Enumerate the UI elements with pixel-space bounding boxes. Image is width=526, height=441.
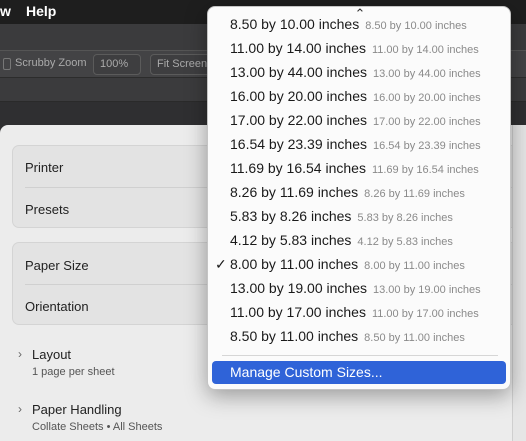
fit-screen-label: Fit Screen — [157, 58, 208, 70]
paper-size-detail: 16.54 by 23.39 inches — [373, 140, 481, 152]
paper-size-label: 13.00 by 19.00 inches — [230, 280, 367, 296]
menu-item-paper-size[interactable]: ✓ 8.00 by 11.00 inches 8.00 by 11.00 inche… — [208, 253, 510, 277]
chevron-right-icon[interactable]: › — [18, 347, 22, 361]
menu-item-paper-size[interactable]: 5.83 by 8.26 inches 5.83 by 8.26 inches — [208, 205, 510, 229]
paper-size-label: 8.26 by 11.69 inches — [230, 184, 359, 200]
paper-handling-subtitle: Collate Sheets • All Sheets — [32, 421, 163, 433]
layout-subtitle: 1 page per sheet — [32, 366, 115, 378]
menu-item-label: 8.50 by 10.00 inches 8.50 by 10.00 inches — [230, 16, 467, 32]
paper-size-label: 5.83 by 8.26 inches — [230, 208, 352, 224]
paper-size-detail: 13.00 by 44.00 inches — [373, 68, 481, 80]
paper-size-label: 8.50 by 10.00 inches — [230, 16, 360, 32]
paper-size-detail: 16.00 by 20.00 inches — [373, 92, 481, 104]
menu-item-label: 17.00 by 22.00 inches 17.00 by 22.00 inch… — [230, 112, 481, 128]
paper-size-label: 16.54 by 23.39 inches — [230, 136, 367, 152]
preview-edge — [512, 125, 526, 441]
menu-item-label: 13.00 by 44.00 inches 13.00 by 44.00 inch… — [230, 64, 481, 80]
menu-item-paper-size[interactable]: 11.00 by 17.00 inches 11.00 by 17.00 inch… — [208, 301, 510, 325]
menu-item-label: 11.00 by 14.00 inches 11.00 by 14.00 inch… — [230, 40, 479, 56]
paper-size-label: 8.00 by 11.00 inches — [230, 256, 359, 272]
paper-size-detail: 4.12 by 5.83 inches — [357, 236, 453, 248]
menu-item-paper-size[interactable]: 13.00 by 19.00 inches 13.00 by 19.00 inch… — [208, 277, 510, 301]
menu-item-paper-size[interactable]: 16.54 by 23.39 inches 16.54 by 23.39 inch… — [208, 133, 510, 157]
manage-custom-sizes-label: Manage Custom Sizes... — [230, 364, 383, 380]
scroll-up-icon[interactable]: ⌃ — [350, 7, 370, 21]
paper-size-label: 11.00 by 17.00 inches — [230, 304, 366, 320]
paper-size-detail: 8.00 by 11.00 inches — [364, 260, 465, 272]
checkmark-icon: ✓ — [215, 256, 227, 272]
menu-item-paper-size[interactable]: 11.69 by 16.54 inches 11.69 by 16.54 inch… — [208, 157, 510, 181]
menu-item-label: 8.00 by 11.00 inches 8.00 by 11.00 inches — [230, 256, 465, 272]
paper-size-detail: 5.83 by 8.26 inches — [357, 212, 453, 224]
menu-item-paper-size[interactable]: 16.00 by 20.00 inches 16.00 by 20.00 inch… — [208, 85, 510, 109]
paper-size-label: 17.00 by 22.00 inches — [230, 112, 367, 128]
menu-item-paper-size[interactable]: 17.00 by 22.00 inches 17.00 by 22.00 inch… — [208, 109, 510, 133]
printer-label: Printer — [25, 160, 64, 175]
menu-divider — [222, 355, 498, 356]
paper-size-label: 16.00 by 20.00 inches — [230, 88, 367, 104]
zoom-100-label: 100% — [100, 58, 129, 70]
menu-item-label: 8.26 by 11.69 inches 8.26 by 11.69 inches — [230, 184, 465, 200]
paper-size-label: 11.00 by 14.00 inches — [230, 40, 366, 56]
paper-size-menu: 8.50 by 10.00 inches 8.50 by 10.00 inches… — [207, 6, 511, 390]
menu-item-label: 11.69 by 16.54 inches 11.69 by 16.54 inch… — [230, 160, 479, 176]
paper-size-label: 8.50 by 11.00 inches — [230, 328, 359, 344]
paper-handling-title: Paper Handling — [32, 402, 122, 417]
paper-size-detail: 8.50 by 11.00 inches — [364, 332, 465, 344]
paper-size-detail: 11.00 by 17.00 inches — [371, 308, 479, 320]
menu-item-label: 8.50 by 11.00 inches 8.50 by 11.00 inches — [230, 328, 465, 344]
paper-size-label: 11.69 by 16.54 inches — [230, 160, 366, 176]
menu-item-label: 11.00 by 17.00 inches 11.00 by 17.00 inch… — [230, 304, 479, 320]
menu-item-label: 16.54 by 23.39 inches 16.54 by 23.39 inch… — [230, 136, 481, 152]
menu-item-label: 4.12 by 5.83 inches 4.12 by 5.83 inches — [230, 232, 453, 248]
menu-item-label: 16.00 by 20.00 inches 16.00 by 20.00 inch… — [230, 88, 481, 104]
menu-item-label: 5.83 by 8.26 inches 5.83 by 8.26 inches — [230, 208, 453, 224]
paper-size-label: 4.12 by 5.83 inches — [230, 232, 352, 248]
scrubby-zoom-checkbox[interactable] — [3, 58, 11, 70]
menu-window[interactable]: w — [0, 3, 11, 19]
paper-size-detail: 8.26 by 11.69 inches — [364, 188, 465, 200]
menu-item-label: 13.00 by 19.00 inches 13.00 by 19.00 inch… — [230, 280, 481, 296]
scrubby-zoom-label: Scrubby Zoom — [15, 57, 87, 69]
paper-size-label: 13.00 by 44.00 inches — [230, 64, 367, 80]
paper-size-detail: 17.00 by 22.00 inches — [373, 116, 481, 128]
paper-size-detail: 11.69 by 16.54 inches — [371, 164, 479, 176]
paper-size-detail: 13.00 by 19.00 inches — [373, 284, 481, 296]
menu-item-paper-size[interactable]: 8.50 by 11.00 inches 8.50 by 11.00 inches — [208, 325, 510, 349]
orientation-label: Orientation — [25, 299, 89, 314]
menu-item-paper-size[interactable]: 11.00 by 14.00 inches 11.00 by 14.00 inch… — [208, 37, 510, 61]
presets-label: Presets — [25, 202, 70, 217]
layout-title: Layout — [32, 347, 72, 362]
menu-item-paper-size[interactable]: 4.12 by 5.83 inches 4.12 by 5.83 inches — [208, 229, 510, 253]
paper-size-detail: 11.00 by 14.00 inches — [371, 44, 479, 56]
paper-size-label: Paper Size — [25, 258, 89, 273]
menu-help[interactable]: Help — [26, 3, 56, 19]
menu-item-paper-size[interactable]: 8.26 by 11.69 inches 8.26 by 11.69 inches — [208, 181, 510, 205]
zoom-100-button[interactable]: 100% — [93, 54, 141, 75]
chevron-right-icon[interactable]: › — [18, 402, 22, 416]
paper-size-detail: 8.50 by 10.00 inches — [365, 20, 467, 32]
manage-custom-sizes-item[interactable]: Manage Custom Sizes... — [212, 361, 506, 384]
menu-item-paper-size[interactable]: 13.00 by 44.00 inches 13.00 by 44.00 inch… — [208, 61, 510, 85]
